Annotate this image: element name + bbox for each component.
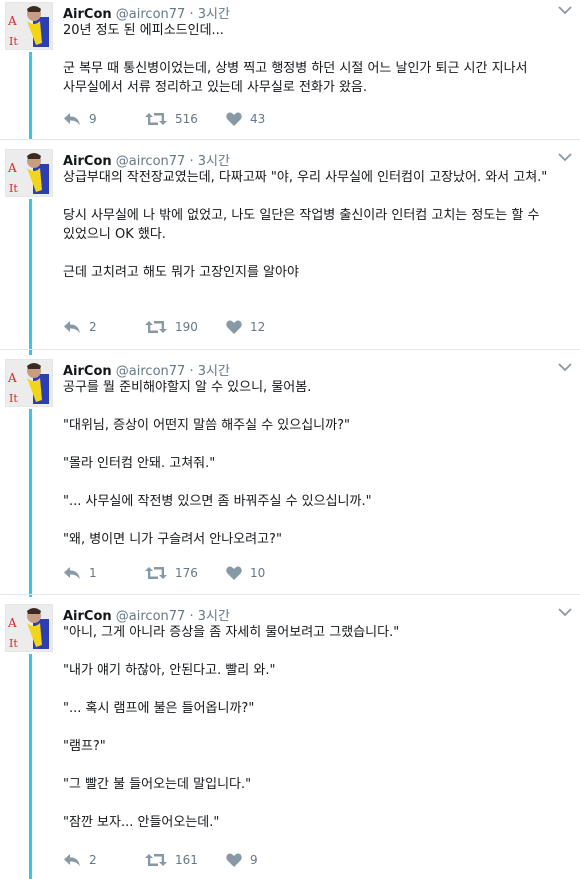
reply-icon bbox=[64, 113, 80, 125]
tweet-text: 공구를 뭘 준비해야할지 알 수 있으니, 물어봄. "대위님, 증상이 어떤지… bbox=[63, 380, 372, 547]
retweet-icon bbox=[145, 854, 167, 866]
avatar[interactable]: A It bbox=[5, 604, 53, 652]
svg-text:It: It bbox=[9, 182, 18, 195]
svg-text:A: A bbox=[7, 161, 17, 175]
tweet-divider bbox=[0, 139, 580, 140]
reply-count: 1 bbox=[89, 566, 97, 580]
user-handle[interactable]: @aircon77 bbox=[116, 364, 186, 379]
tweet-4: A It AirCon @aircon77 · 3시간 "아니, 그게 아니라 … bbox=[0, 602, 580, 879]
svg-text:A: A bbox=[7, 14, 17, 28]
timestamp[interactable]: 3시간 bbox=[198, 609, 230, 624]
like-button[interactable]: 10 bbox=[226, 563, 265, 583]
more-options-button[interactable] bbox=[556, 359, 574, 373]
like-button[interactable]: 12 bbox=[226, 317, 265, 337]
more-options-button[interactable] bbox=[556, 149, 574, 163]
avatar[interactable]: A It bbox=[5, 359, 53, 407]
tweet-divider bbox=[0, 594, 580, 595]
tweet-text: "아니, 그게 아니라 증상을 좀 자세히 물어보려고 그랬습니다." "내가 … bbox=[63, 625, 400, 830]
retweet-icon bbox=[145, 321, 167, 333]
like-count: 43 bbox=[250, 112, 266, 126]
tweet-header: AirCon @aircon77 · 3시간 bbox=[63, 150, 230, 169]
user-handle[interactable]: @aircon77 bbox=[116, 154, 186, 169]
like-count: 12 bbox=[250, 320, 266, 334]
tweet-text: 20년 정도 된 에피소드인데... 군 복무 때 통신병이었는데, 상병 찍고… bbox=[63, 23, 528, 95]
retweet-button[interactable]: 190 bbox=[145, 317, 198, 337]
retweet-button[interactable]: 176 bbox=[145, 563, 198, 583]
display-name[interactable]: AirCon bbox=[63, 7, 112, 22]
timestamp[interactable]: 3시간 bbox=[198, 364, 230, 379]
like-icon bbox=[226, 853, 242, 867]
retweet-button[interactable]: 161 bbox=[145, 850, 198, 870]
tweet-actions: 1 176 10 bbox=[63, 563, 323, 583]
timestamp-dot: · bbox=[189, 154, 194, 169]
timestamp-dot: · bbox=[189, 364, 194, 379]
chevron-down-icon bbox=[558, 6, 572, 15]
reply-icon bbox=[64, 567, 80, 579]
svg-text:It: It bbox=[9, 35, 18, 48]
retweet-count: 190 bbox=[175, 320, 198, 334]
thread-line bbox=[29, 52, 32, 140]
svg-text:A: A bbox=[7, 371, 17, 385]
retweet-icon bbox=[145, 567, 167, 579]
tweet-actions: 9 516 43 bbox=[63, 109, 323, 129]
retweet-icon bbox=[145, 113, 167, 125]
reply-count: 2 bbox=[89, 320, 97, 334]
like-count: 9 bbox=[250, 853, 258, 867]
tweet-2: A It AirCon @aircon77 · 3시간 상급부대의 작전장교였는… bbox=[0, 147, 580, 355]
avatar-image: A It bbox=[6, 3, 52, 49]
tweet-divider bbox=[0, 349, 580, 350]
more-options-button[interactable] bbox=[556, 2, 574, 16]
timestamp-dot: · bbox=[189, 7, 194, 22]
thread-line bbox=[29, 199, 32, 355]
retweet-button[interactable]: 516 bbox=[145, 109, 198, 129]
svg-text:It: It bbox=[9, 637, 18, 650]
tweet-header: AirCon @aircon77 · 3시간 bbox=[63, 360, 230, 379]
tweet-actions: 2 161 9 bbox=[63, 850, 323, 870]
like-button[interactable]: 9 bbox=[226, 850, 258, 870]
chevron-down-icon bbox=[558, 363, 572, 372]
tweet-text: 상급부대의 작전장교였는데, 다짜고짜 "야, 우리 사무실에 인터컴이 고장났… bbox=[63, 170, 548, 280]
tweet-header: AirCon @aircon77 · 3시간 bbox=[63, 3, 230, 22]
timestamp[interactable]: 3시간 bbox=[198, 154, 230, 169]
timestamp-dot: · bbox=[189, 609, 194, 624]
avatar[interactable]: A It bbox=[5, 2, 53, 50]
reply-button[interactable]: 2 bbox=[63, 317, 97, 337]
like-icon bbox=[226, 112, 242, 126]
more-options-button[interactable] bbox=[556, 604, 574, 618]
like-count: 10 bbox=[250, 566, 266, 580]
svg-text:A: A bbox=[7, 616, 17, 630]
user-handle[interactable]: @aircon77 bbox=[116, 609, 186, 624]
tweet-1: A It AirCon @aircon77 · 3시간 20년 정도 된 에피소… bbox=[0, 0, 580, 140]
reply-button[interactable]: 9 bbox=[63, 109, 97, 129]
tweet-3: A It AirCon @aircon77 · 3시간 공구를 뭘 준비해야할지… bbox=[0, 357, 580, 597]
reply-button[interactable]: 2 bbox=[63, 850, 97, 870]
user-handle[interactable]: @aircon77 bbox=[116, 7, 186, 22]
retweet-count: 516 bbox=[175, 112, 198, 126]
reply-count: 2 bbox=[89, 853, 97, 867]
retweet-count: 161 bbox=[175, 853, 198, 867]
svg-text:It: It bbox=[9, 392, 18, 405]
tweet-header: AirCon @aircon77 · 3시간 bbox=[63, 605, 230, 624]
thread-line bbox=[29, 654, 32, 879]
display-name[interactable]: AirCon bbox=[63, 609, 112, 624]
display-name[interactable]: AirCon bbox=[63, 154, 112, 169]
chevron-down-icon bbox=[558, 608, 572, 617]
reply-icon bbox=[64, 321, 80, 333]
avatar[interactable]: A It bbox=[5, 149, 53, 197]
chevron-down-icon bbox=[558, 153, 572, 162]
thread-line bbox=[29, 409, 32, 597]
tweet-actions: 2 190 12 bbox=[63, 317, 323, 337]
reply-icon bbox=[64, 854, 80, 866]
display-name[interactable]: AirCon bbox=[63, 364, 112, 379]
like-icon bbox=[226, 566, 242, 580]
reply-button[interactable]: 1 bbox=[63, 563, 97, 583]
avatar-image: A It bbox=[6, 360, 52, 406]
like-button[interactable]: 43 bbox=[226, 109, 265, 129]
timestamp[interactable]: 3시간 bbox=[198, 7, 230, 22]
avatar-image: A It bbox=[6, 605, 52, 651]
avatar-image: A It bbox=[6, 150, 52, 196]
like-icon bbox=[226, 320, 242, 334]
retweet-count: 176 bbox=[175, 566, 198, 580]
reply-count: 9 bbox=[89, 112, 97, 126]
